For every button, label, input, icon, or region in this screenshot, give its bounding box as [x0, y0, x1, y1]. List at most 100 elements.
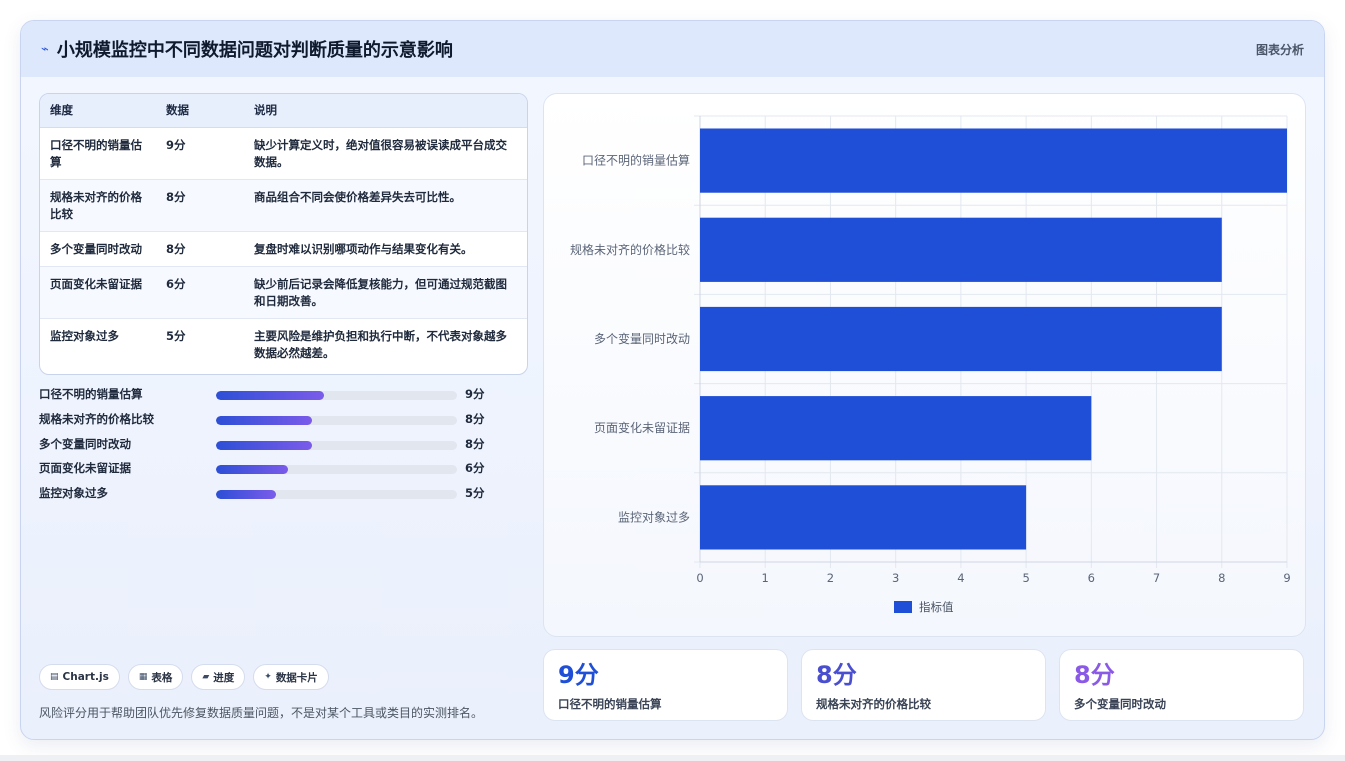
progress-fill	[216, 391, 325, 400]
dashboard-card: ⌁ 小规模监控中不同数据问题对判断质量的示意影响 图表分析 维度 数据 说明 口…	[20, 20, 1325, 740]
progress-value: 5分	[465, 486, 485, 501]
cell-description: 缺少前后记录会降低复核能力，但可通过规范截图和日期改善。	[244, 266, 527, 319]
x-tick-label: 3	[892, 571, 899, 585]
chip-data-cards[interactable]: ✦ 数据卡片	[253, 664, 329, 690]
cell-dimension: 页面变化未留证据	[40, 266, 156, 319]
cell-value: 9分	[156, 127, 244, 180]
table-header-row: 维度 数据 说明	[40, 94, 527, 128]
stat-card: 8分 规格未对齐的价格比较	[801, 649, 1046, 721]
table-row: 多个变量同时改动 8分 复盘时难以识别哪项动作与结果变化有关。	[40, 231, 527, 267]
bottom-strip	[0, 755, 1345, 761]
chip-label: Chart.js	[62, 671, 109, 683]
x-tick-label: 1	[762, 571, 769, 585]
stat-value: 9分	[558, 661, 599, 689]
footnote: 风险评分用于帮助团队优先修复数据质量问题，不是对某个工具或类目的实测排名。	[39, 706, 484, 720]
cell-dimension: 多个变量同时改动	[40, 231, 156, 267]
progress-fill	[216, 415, 313, 425]
progress-track	[216, 490, 457, 500]
legend-swatch	[894, 601, 912, 613]
header-tag[interactable]: 图表分析	[1256, 41, 1304, 58]
stat-card: 9分 口径不明的销量估算	[543, 649, 788, 721]
data-table: 维度 数据 说明 口径不明的销量估算 9分 缺少计算定义时，绝对值很容易被误读成…	[39, 93, 528, 375]
progress-row: 监控对象过多 5分	[39, 482, 509, 507]
header: ⌁ 小规模监控中不同数据问题对判断质量的示意影响 图表分析	[21, 21, 1324, 77]
cell-value: 6分	[156, 266, 244, 319]
bar	[700, 128, 1287, 193]
cell-value: 8分	[156, 231, 244, 267]
chip-label: 进度	[213, 671, 235, 684]
progress-value: 8分	[465, 436, 485, 451]
category-label: 多个变量同时改动	[594, 331, 690, 346]
bar	[700, 306, 1222, 372]
stat-card: 8分 多个变量同时改动	[1059, 649, 1304, 721]
bar	[700, 217, 1222, 282]
progress-track	[216, 440, 457, 450]
column-header-value: 数据	[156, 94, 244, 128]
column-header-dimension: 维度	[40, 94, 156, 128]
cell-dimension: 口径不明的销量估算	[40, 127, 156, 180]
progress-label: 页面变化未留证据	[39, 461, 131, 476]
cell-description: 主要风险是维护负担和执行中断，不代表对象越多数据必然越差。	[254, 328, 507, 360]
category-label: 口径不明的销量估算	[582, 153, 690, 168]
chart-pulse-icon: ⌁	[41, 41, 49, 57]
progress-value: 8分	[465, 411, 485, 426]
progress-fill	[216, 490, 277, 500]
table-row: 口径不明的销量估算 9分 缺少计算定义时，绝对值很容易被误读成平台成交数据。	[40, 127, 527, 180]
legend-label: 指标值	[919, 600, 954, 614]
cell-description: 缺少计算定义时，绝对值很容易被误读成平台成交数据。	[244, 127, 527, 180]
cell-dimension: 监控对象过多	[50, 328, 119, 343]
progress-value: 9分	[465, 387, 485, 401]
progress-row: 口径不明的销量估算 9分	[39, 383, 509, 408]
feature-chips: ▤ Chart.js ▦ 表格 ▰ 进度 ✦ 数据卡片	[39, 664, 329, 690]
progress-track	[216, 415, 457, 425]
column-header-description: 说明	[244, 94, 527, 128]
category-label: 页面变化未留证据	[594, 420, 690, 435]
x-tick-label: 6	[1088, 571, 1095, 585]
progress-row: 规格未对齐的价格比较 8分	[39, 408, 509, 433]
x-tick-label: 5	[1022, 571, 1029, 585]
category-label: 规格未对齐的价格比较	[570, 242, 690, 257]
bar-chart: 口径不明的销量估算规格未对齐的价格比较多个变量同时改动页面变化未留证据监控对象过…	[570, 115, 1291, 614]
progress-row: 页面变化未留证据 6分	[39, 457, 509, 482]
progress-row: 多个变量同时改动 8分	[39, 433, 509, 458]
bar	[700, 485, 1027, 550]
x-tick-label: 9	[1283, 571, 1290, 585]
stat-value: 8分	[816, 661, 857, 689]
chip-label: 数据卡片	[275, 671, 318, 684]
x-tick-label: 7	[1153, 571, 1160, 585]
table-row: 规格未对齐的价格比较 8分 商品组合不同会使价格差异失去可比性。	[40, 179, 527, 232]
chip-progress[interactable]: ▰ 进度	[191, 664, 246, 690]
chip-label: 表格	[151, 671, 173, 684]
cell-value: 5分	[166, 328, 186, 343]
stat-label: 多个变量同时改动	[1074, 697, 1166, 711]
cell-dimension: 规格未对齐的价格比较	[40, 179, 156, 232]
stat-label: 口径不明的销量估算	[558, 697, 662, 711]
category-label: 监控对象过多	[618, 510, 690, 524]
table-icon: ▦	[138, 672, 148, 682]
progress-label: 规格未对齐的价格比较	[39, 411, 154, 426]
progress-fill	[216, 440, 313, 450]
page-title: 小规模监控中不同数据问题对判断质量的示意影响	[56, 40, 453, 61]
progress-track	[216, 391, 457, 400]
chip-chartjs[interactable]: ▤ Chart.js	[39, 664, 120, 690]
progress-label: 多个变量同时改动	[39, 436, 131, 451]
progress-track	[216, 465, 457, 475]
table-row: 页面变化未留证据 6分 缺少前后记录会降低复核能力，但可通过规范截图和日期改善。	[40, 266, 527, 319]
chip-table[interactable]: ▦ 表格	[127, 664, 184, 690]
bar-chart-panel: 口径不明的销量估算规格未对齐的价格比较多个变量同时改动 页面变化未留证据监控对象过…	[543, 93, 1306, 637]
sparkle-icon: ✦	[264, 672, 272, 682]
cell-description: 复盘时难以识别哪项动作与结果变化有关。	[244, 231, 527, 267]
x-tick-label: 8	[1218, 571, 1225, 585]
bar	[700, 396, 1092, 461]
chart-icon: ▤	[50, 672, 59, 682]
x-tick-label: 0	[696, 571, 703, 585]
progress-list: 口径不明的销量估算 9分 规格未对齐的价格比较 8分 多个变量同时改动 8分 页…	[39, 383, 509, 507]
x-tick-label: 2	[827, 571, 834, 585]
x-tick-label: 4	[957, 571, 964, 585]
cell-description: 商品组合不同会使价格差异失去可比性。	[244, 179, 527, 232]
progress-fill	[216, 465, 289, 475]
progress-icon: ▰	[202, 672, 210, 682]
table-row: 监控对象过多 5分 主要风险是维护负担和执行中断，不代表对象越多数据必然越差。	[40, 318, 527, 370]
progress-label: 口径不明的销量估算	[39, 387, 143, 401]
stat-label: 规格未对齐的价格比较	[816, 697, 931, 711]
